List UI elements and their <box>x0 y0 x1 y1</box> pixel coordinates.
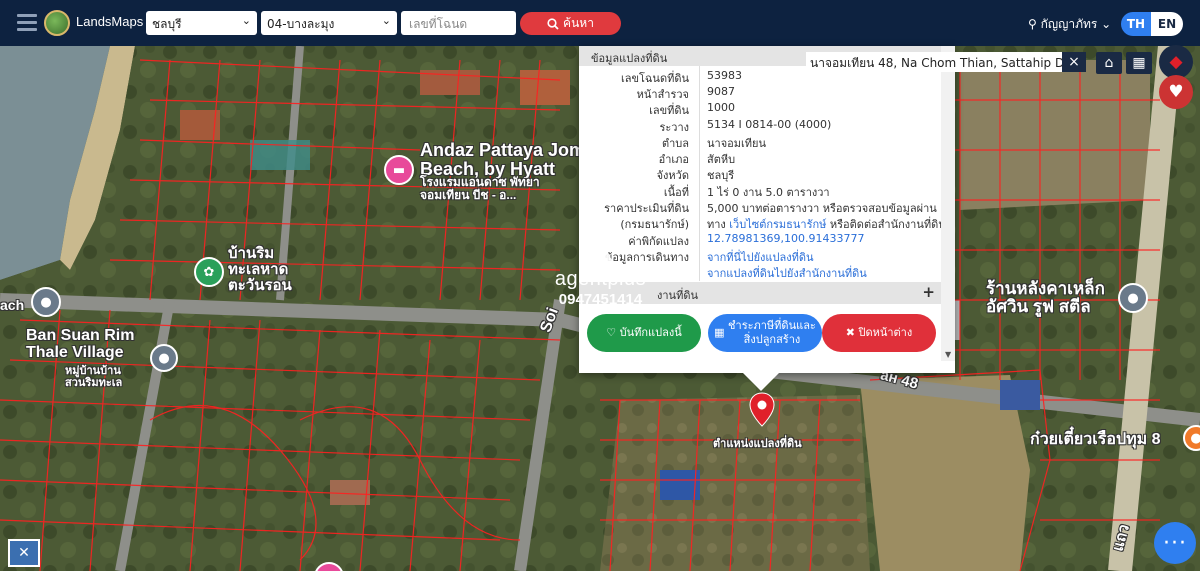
close-window-button[interactable]: ✖ ปิดหน้าต่าง <box>822 314 936 352</box>
price-row-2: (กรมธนารักษ์) ทาง เว็บไซต์กรมธนารักษ์ หร… <box>579 215 945 231</box>
map-label-baanrim: บ้านริม ทะเลหาด ตะวันรอน <box>228 245 292 294</box>
map-label-each: ach <box>0 297 25 313</box>
scroll-down-icon[interactable]: ▼ <box>945 350 951 359</box>
map-label-steel-shop: ร้านหลังคาเหล็ก อัศวิน รูฟ สตีล <box>986 279 1105 316</box>
user-menu[interactable]: ⚲ กัญญาภัทร ⌄ <box>1028 15 1111 34</box>
province-value: ชลบุรี <box>152 17 182 31</box>
chat-icon[interactable]: ··· <box>1154 522 1196 564</box>
deed-number-input[interactable]: เลขที่โฉนด <box>401 11 516 35</box>
price-value-2: ทาง เว็บไซต์กรมธนารักษ์ หรือติดต่อสำนักง… <box>707 218 946 231</box>
park-icon[interactable]: ✿ <box>194 257 224 287</box>
parcel-info-popup: ข้อมูลแปลงที่ดิน เลขโฉนดที่ดิน 53983 หน้… <box>579 46 955 391</box>
info-row: เลขที่ดิน 1000 <box>579 101 941 117</box>
info-row: ระวาง 5134 I 0814-00 (4000) <box>579 118 941 134</box>
price-label-2: (กรมธนารักษ์) <box>620 218 689 231</box>
info-value: 53983 <box>707 69 742 82</box>
map-label-ban-suan: Ban Suan Rim Thale Village <box>26 327 135 361</box>
map-label-andaz: Andaz Pattaya Jom Beach, by Hyatt <box>420 140 586 179</box>
treasury-website-link[interactable]: เว็บไซต์กรมธนารักษ์ <box>729 218 826 231</box>
user-icon: ⚲ <box>1028 17 1037 31</box>
tools-icon[interactable]: ✕ <box>8 539 40 567</box>
price-row: ราคาประเมินที่ดิน 5,000 บาทต่อตารางวา หร… <box>579 199 941 215</box>
section-label: งานที่ดิน <box>657 289 698 302</box>
province-select[interactable]: ชลบุรี ⌄ <box>146 11 257 35</box>
chevron-down-icon: ⌄ <box>241 14 251 27</box>
parcel-marker-icon[interactable] <box>748 392 776 428</box>
map-label-noodle: ก๋วยเตี๋ยวเรือปทุม 8 <box>1030 431 1161 448</box>
address-box: นาจอมเทียน 48, Na Chom Thian, Sattahip D… <box>806 52 1062 72</box>
save-parcel-label: บันทึกแปลงนี้ <box>619 325 682 339</box>
menu-icon[interactable] <box>17 14 37 32</box>
layers-icon[interactable]: ◆ <box>1159 45 1193 79</box>
chevron-down-icon: ⌄ <box>381 14 391 27</box>
lang-th-button[interactable]: TH <box>1121 12 1151 36</box>
parcel-marker-label: ตำแหน่งแปลงที่ดิน <box>713 437 802 450</box>
layers-grid-icon[interactable]: ▦ <box>1126 52 1152 74</box>
coord-link[interactable]: 12.78981369,100.91433777 <box>707 232 864 245</box>
app-logo <box>44 10 70 36</box>
info-row: จังหวัด ชลบุรี <box>579 166 941 182</box>
info-value: ชลบุรี <box>707 169 735 182</box>
info-row: หน้าสำรวจ 9087 <box>579 85 941 101</box>
save-parcel-button[interactable]: ♡ บันทึกแปลงนี้ <box>587 314 701 352</box>
info-value: 1000 <box>707 101 735 114</box>
search-button[interactable]: ค้นหา <box>520 12 621 35</box>
popup-scrollbar[interactable]: ▼ <box>941 46 955 361</box>
agentplus-watermark: ▲ agentplus 0947451414 <box>548 227 653 308</box>
lang-en-button[interactable]: EN <box>1151 12 1183 36</box>
pay-tax-label: ชำระภาษีที่ดินและ สิ่งปลูกสร้าง <box>728 318 816 346</box>
address-close-button[interactable]: × <box>1062 52 1086 72</box>
heart-icon: ♡ <box>606 325 620 339</box>
favorite-heart-icon[interactable]: ♥ <box>1159 75 1193 109</box>
calculator-icon: ▦ <box>714 325 729 339</box>
agentplus-logo-icon: ▲ <box>585 227 616 273</box>
village-icon[interactable]: ● <box>150 344 178 372</box>
pay-tax-button[interactable]: ▦ ชำระภาษีที่ดินและ สิ่งปลูกสร้าง <box>708 314 822 352</box>
hotel-icon[interactable]: ▬ <box>384 155 414 185</box>
search-button-label: ค้นหา <box>563 16 594 30</box>
top-navbar: LandsMaps ชลบุรี ⌄ 04-บางละมุง ⌄ เลขที่โ… <box>0 0 1200 46</box>
popup-pointer <box>743 373 779 391</box>
directions-to-office-link[interactable]: จากแปลงที่ดินไปยังสำนักงานที่ดิน <box>707 264 867 282</box>
district-value: 04-บางละมุง <box>267 17 335 31</box>
info-row: ตำบล นาจอมเทียน <box>579 134 941 150</box>
chevron-down-icon: ⌄ <box>1101 17 1112 31</box>
search-icon <box>547 17 559 30</box>
map-label-ban-suan-th: หมู่บ้านบ้าน สวนริมทะเล <box>65 365 123 389</box>
place-icon[interactable]: ● <box>31 287 61 317</box>
close-icon: ✖ <box>845 325 859 339</box>
user-name: กัญญาภัทร <box>1040 17 1098 31</box>
district-select[interactable]: 04-บางละมุง ⌄ <box>261 11 397 35</box>
info-row: เนื้อที่ 1 ไร่ 0 งาน 5.0 ตารางวา <box>579 183 941 199</box>
info-row: อำเภอ สัตหีบ <box>579 150 941 166</box>
shop-icon[interactable]: ● <box>1118 283 1148 313</box>
expand-icon[interactable]: + <box>922 283 935 301</box>
app-name: LandsMaps <box>76 14 144 29</box>
land-office-icon[interactable]: ⌂ <box>1096 52 1122 74</box>
info-label: เลขที่ดิน <box>649 104 689 117</box>
close-window-label: ปิดหน้าต่าง <box>858 325 913 339</box>
watermark-phone: 0947451414 <box>558 291 643 308</box>
info-value: 9087 <box>707 85 735 98</box>
map-label-andaz-th: โรงแรมแอนดาซ พัทยา จอมเทียน บีช - อ... <box>420 175 540 202</box>
info-label: จังหวัด <box>656 169 689 182</box>
info-value: 5134 I 0814-00 (4000) <box>707 118 832 131</box>
watermark-name: agentplus <box>554 268 647 290</box>
